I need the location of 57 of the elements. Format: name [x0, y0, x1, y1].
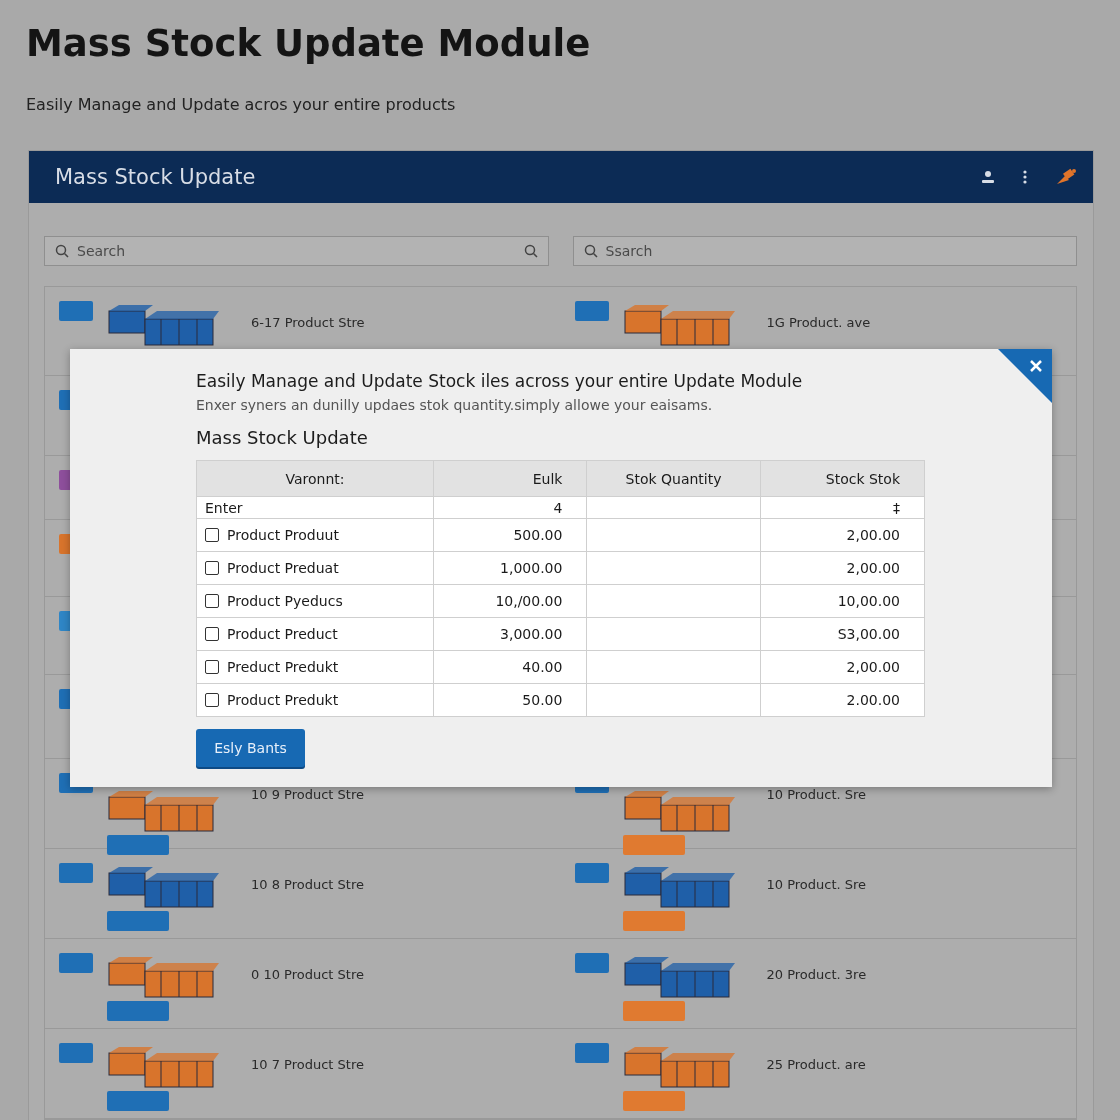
checkbox[interactable]	[205, 561, 219, 575]
search-field[interactable]: Search	[44, 236, 549, 266]
table-cell: 500.00	[513, 527, 563, 543]
product-label: 10 8 Product Stre	[251, 877, 364, 892]
table-cell: 3,000.00	[500, 626, 563, 642]
variant-name: Product Preduct	[227, 626, 338, 642]
column-header: Varonnt:	[196, 460, 434, 497]
modal-title: Easily Manage and Update Stock iles across your entire Update Module	[196, 371, 804, 391]
user-icon[interactable]	[981, 170, 995, 184]
table-cell: 10,/00.00	[495, 593, 563, 609]
table-cell: 2.00.00	[846, 692, 900, 708]
column-header: Stock Stok	[760, 460, 925, 497]
checkbox[interactable]	[205, 528, 219, 542]
table-cell: 10,00.00	[837, 593, 900, 609]
table-cell: 40.00	[522, 659, 563, 675]
checkbox[interactable]	[205, 693, 219, 707]
modal-heading: Mass Stock Update	[196, 427, 369, 448]
column-header: Eulk	[433, 460, 587, 497]
entry-cell[interactable]: 4	[553, 499, 563, 516]
table-cell: 50.00	[522, 692, 563, 708]
table-cell: 2,00.00	[846, 560, 900, 576]
more-icon[interactable]	[1023, 170, 1027, 184]
checkbox[interactable]	[205, 594, 219, 608]
column-header: Stok Quantity	[586, 460, 761, 497]
variant-name: Product Preduat	[227, 560, 339, 576]
table-cell: 2,00.00	[846, 527, 900, 543]
panel-title: Mass Stock Update	[55, 165, 257, 189]
table-cell: S3,00.00	[837, 626, 900, 642]
search-field[interactable]: Ssarch	[572, 236, 1077, 266]
modal-description: Enxer syners an dunilly updaes stok quantity.simply allowe your eaisams.	[196, 397, 714, 413]
product-label: 10 Product. Sre	[766, 787, 867, 802]
page-title: Mass Stock Update Module	[26, 22, 592, 65]
product-label: 6-17 Product Stre	[251, 315, 365, 330]
product-label: 10 Product. Sre	[766, 877, 867, 892]
table-cell: 2,00.00	[846, 659, 900, 675]
variant-name: Product Pyeducs	[227, 593, 343, 609]
search-icon	[55, 244, 69, 258]
entry-cell[interactable]: ‡	[893, 499, 900, 516]
product-label: 25 Product. are	[766, 1057, 866, 1072]
product-label: 10 9 Product Stre	[251, 787, 364, 802]
page-subtitle: Easily Manage and Update acros your entire products	[26, 95, 457, 114]
pin-icon[interactable]	[1055, 168, 1077, 186]
table-cell: 1,000.00	[500, 560, 563, 576]
product-label: 0 10 Product Stre	[251, 967, 364, 982]
entry-cell[interactable]: Enter	[205, 499, 243, 516]
checkbox[interactable]	[205, 660, 219, 674]
submit-button[interactable]: Esly Bants	[196, 729, 305, 767]
product-label: 20 Product. 3re	[766, 967, 867, 982]
product-label: 10 7 Product Stre	[251, 1057, 364, 1072]
checkbox[interactable]	[205, 627, 219, 641]
search-icon	[583, 244, 598, 258]
close-button[interactable]	[998, 349, 1052, 403]
product-label: 1G Product. ave	[766, 315, 871, 330]
variant-name: Preduct Predukt	[227, 659, 339, 675]
variant-name: Product Produut	[227, 527, 339, 543]
search-icon[interactable]	[523, 244, 538, 258]
variant-name: Product Predukt	[227, 692, 339, 708]
